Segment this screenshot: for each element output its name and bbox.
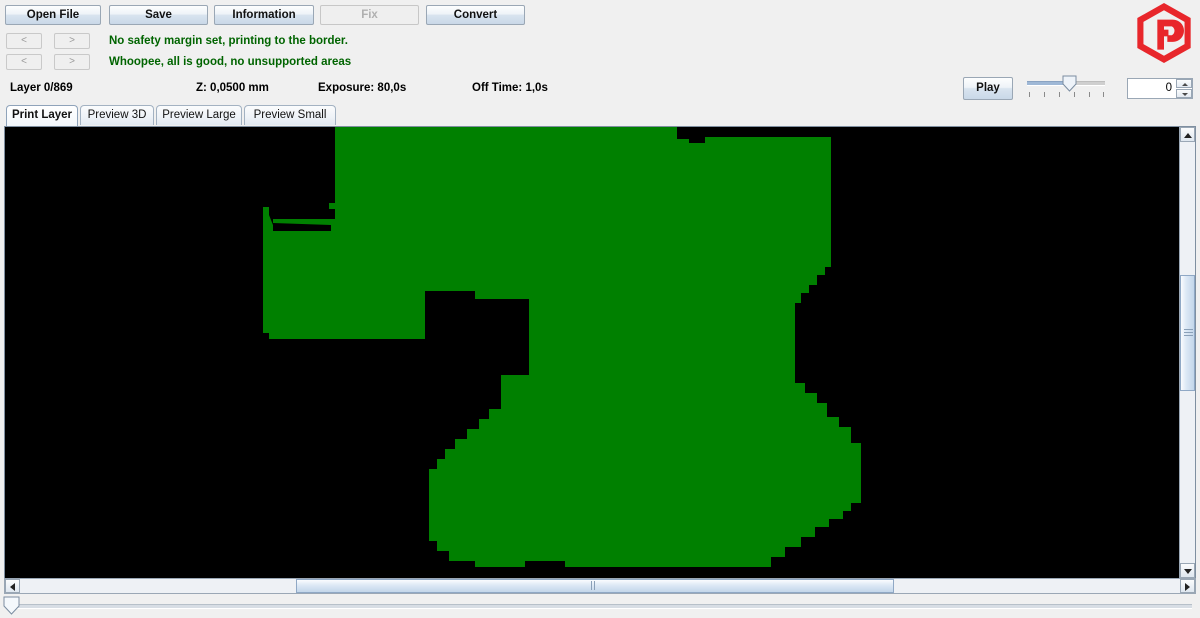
vertical-scrollbar[interactable] xyxy=(1179,127,1195,578)
information-button[interactable]: Information xyxy=(214,5,314,25)
layer-preview-viewport[interactable] xyxy=(4,126,1196,579)
fix-button: Fix xyxy=(320,5,419,25)
off-time-indicator: Off Time: 1,0s xyxy=(472,82,548,94)
play-button[interactable]: Play xyxy=(963,77,1013,100)
tab-preview-3d[interactable]: Preview 3D xyxy=(80,105,154,125)
save-button[interactable]: Save xyxy=(109,5,208,25)
slider-thumb[interactable] xyxy=(1062,75,1077,92)
scroll-left-button[interactable] xyxy=(5,579,20,593)
unsupported-areas-message: Whoopee, all is good, no unsupported are… xyxy=(109,56,352,68)
margin-next-button[interactable]: > xyxy=(54,33,90,49)
playback-speed-slider[interactable] xyxy=(1027,74,1105,102)
spinner-increment-button[interactable] xyxy=(1176,79,1192,88)
scroll-down-button[interactable] xyxy=(1180,563,1195,578)
support-prev-button[interactable]: < xyxy=(6,54,42,70)
slider-tick xyxy=(1103,92,1104,97)
tab-bar: Print Layer Preview 3D Preview Large Pre… xyxy=(0,105,1200,126)
layer-indicator: Layer 0/869 xyxy=(10,82,73,94)
scrollbar-grip-icon xyxy=(1184,329,1193,336)
exposure-indicator: Exposure: 80,0s xyxy=(318,82,407,94)
top-toolbar: Open File Save Information Fix Convert xyxy=(0,0,1200,30)
triangle-left-icon xyxy=(10,583,15,591)
photocentric-logo xyxy=(1136,3,1192,63)
scrollbar-grip-icon xyxy=(591,581,598,604)
slider-tick xyxy=(1029,92,1030,97)
layer-number-input[interactable]: 0 xyxy=(1128,79,1176,98)
triangle-right-icon xyxy=(1185,583,1190,591)
chevron-up-icon xyxy=(1182,83,1188,86)
safety-margin-message: No safety margin set, printing to the bo… xyxy=(109,35,348,47)
slider-tick xyxy=(1089,92,1090,97)
layer-scrub-thumb[interactable] xyxy=(3,596,20,615)
slider-tick xyxy=(1059,92,1060,97)
z-height-indicator: Z: 0,0500 mm xyxy=(196,82,269,94)
spinner-decrement-button[interactable] xyxy=(1176,89,1192,98)
open-file-button[interactable]: Open File xyxy=(5,5,101,25)
layer-scrub-slider[interactable] xyxy=(0,594,1200,617)
slider-tick xyxy=(1074,92,1075,97)
triangle-up-icon xyxy=(1184,133,1192,138)
margin-prev-button[interactable]: < xyxy=(6,33,42,49)
triangle-down-icon xyxy=(1184,569,1192,574)
scroll-right-button[interactable] xyxy=(1180,579,1195,593)
vertical-scrollbar-thumb[interactable] xyxy=(1180,275,1195,391)
tab-print-layer[interactable]: Print Layer xyxy=(6,105,78,126)
horizontal-scrollbar[interactable] xyxy=(4,578,1196,604)
tab-preview-small[interactable]: Preview Small xyxy=(244,105,336,125)
support-next-button[interactable]: > xyxy=(54,54,90,70)
tab-preview-large[interactable]: Preview Large xyxy=(156,105,242,125)
convert-button[interactable]: Convert xyxy=(426,5,525,25)
layer-number-spinner[interactable]: 0 xyxy=(1127,78,1193,99)
slider-tick xyxy=(1044,92,1045,97)
layer-slice-render xyxy=(5,127,1180,578)
chevron-down-icon xyxy=(1182,93,1188,96)
layer-scrub-track xyxy=(14,604,1192,609)
scroll-up-button[interactable] xyxy=(1180,127,1195,142)
